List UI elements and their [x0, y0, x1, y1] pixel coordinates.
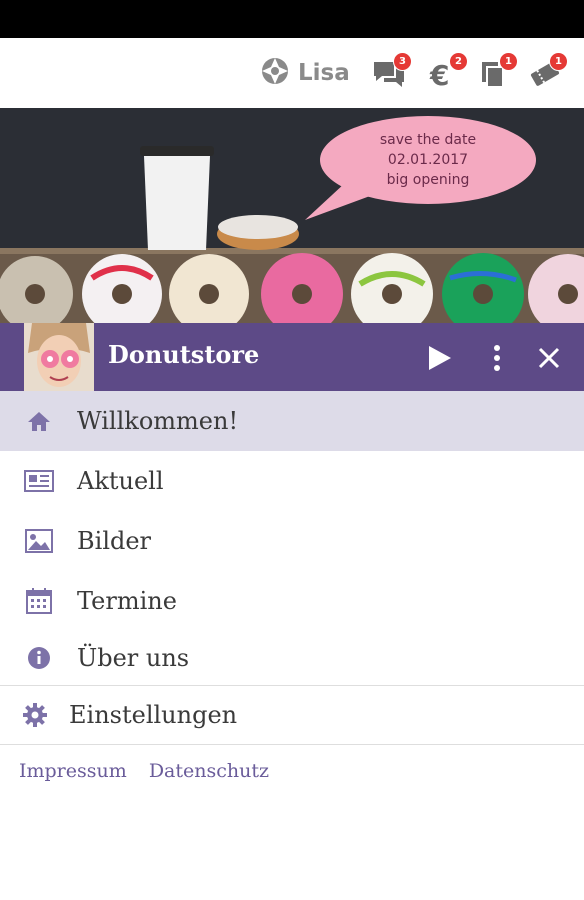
messages-button[interactable]: 3	[372, 52, 412, 90]
close-icon	[538, 347, 560, 369]
bubble-text: save the date 02.01.2017 big opening	[332, 130, 524, 190]
navigation-menu: Willkommen! Aktuell Bilder Termine Über …	[0, 391, 584, 745]
menu-item-einstellungen[interactable]: Einstellungen	[0, 686, 584, 744]
close-button[interactable]	[534, 343, 564, 373]
gear-icon	[20, 701, 50, 729]
documents-badge: 1	[499, 52, 518, 71]
page-title: Donutstore	[108, 340, 260, 369]
menu-item-label: Willkommen!	[77, 407, 239, 435]
menu-item-bilder[interactable]: Bilder	[0, 511, 584, 571]
avatar[interactable]	[24, 323, 94, 391]
menu-item-label: Einstellungen	[69, 701, 238, 729]
more-vert-icon	[494, 345, 500, 371]
menu-item-termine[interactable]: Termine	[0, 571, 584, 631]
newspaper-icon	[24, 467, 54, 495]
tickets-button[interactable]: 1	[528, 52, 568, 90]
payments-badge: 2	[449, 52, 468, 71]
user-profile[interactable]: Lisa	[260, 56, 350, 90]
menu-item-label: Über uns	[77, 644, 190, 672]
menu-item-willkommen[interactable]: Willkommen!	[0, 391, 584, 451]
status-bar	[0, 0, 584, 38]
info-icon	[24, 644, 54, 672]
home-icon	[24, 407, 54, 435]
play-icon	[429, 346, 451, 370]
image-icon	[24, 527, 54, 555]
menu-item-label: Termine	[77, 587, 177, 615]
tickets-badge: 1	[549, 52, 568, 71]
datenschutz-link[interactable]: Datenschutz	[149, 760, 269, 782]
payments-button[interactable]: € 2	[428, 52, 468, 92]
bubble-line: big opening	[386, 172, 470, 188]
top-toolbar: Lisa 3 € 2 1 1	[0, 38, 584, 109]
header-banner-image: save the date 02.01.2017 big opening	[0, 108, 584, 324]
more-options-button[interactable]	[482, 343, 512, 373]
user-name: Lisa	[298, 60, 350, 86]
impressum-link[interactable]: Impressum	[19, 760, 127, 782]
bubble-line: 02.01.2017	[387, 152, 469, 168]
menu-item-label: Aktuell	[77, 467, 164, 495]
play-button[interactable]	[424, 343, 454, 373]
menu-item-aktuell[interactable]: Aktuell	[0, 451, 584, 511]
footer-links: Impressum Datenschutz	[19, 760, 285, 782]
menu-divider	[0, 744, 584, 745]
documents-button[interactable]: 1	[478, 52, 518, 90]
messages-badge: 3	[393, 52, 412, 71]
user-logo-icon	[260, 56, 290, 90]
bubble-line: save the date	[379, 132, 477, 148]
menu-item-ueber-uns[interactable]: Über uns	[0, 631, 584, 685]
svg-text:€: €	[429, 59, 449, 90]
calendar-icon	[24, 587, 54, 615]
menu-item-label: Bilder	[77, 527, 152, 555]
app-bar: Donutstore	[0, 323, 584, 391]
